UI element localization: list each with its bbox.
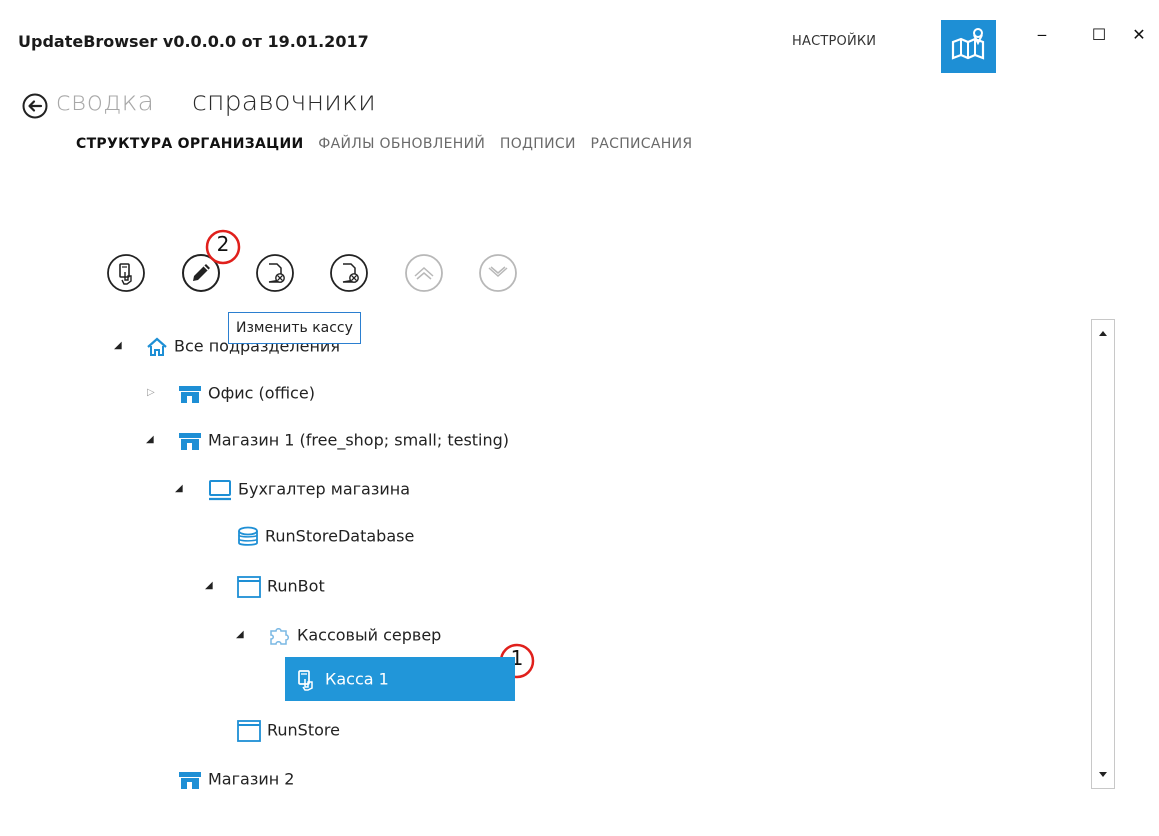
scroll-down-icon <box>1099 772 1107 777</box>
tree-node-cash-server-label: Кассовый сервер <box>297 625 442 645</box>
page-title: справочники <box>192 86 376 117</box>
tab-org-structure[interactable]: СТРУКТУРА ОРГАНИЗАЦИИ <box>76 136 304 152</box>
home-icon <box>147 337 167 356</box>
computer-icon <box>209 479 231 500</box>
breadcrumb-summary[interactable]: сводка <box>56 86 154 117</box>
tab-schedules[interactable]: РАСПИСАНИЯ <box>591 136 693 152</box>
tree-node-shop2[interactable]: Магазин 2 <box>178 757 294 801</box>
edit-button-tooltip: Изменить кассу <box>228 312 361 344</box>
tab-signatures[interactable]: ПОДПИСИ <box>500 136 576 152</box>
tree-node-register1-label: Касса 1 <box>325 669 389 689</box>
back-button[interactable] <box>22 93 48 119</box>
chevron-down-icon <box>479 254 517 292</box>
tree-accountant-expander[interactable]: ◢ <box>175 483 183 494</box>
tree-node-office-label: Офис (office) <box>208 383 315 403</box>
tree-node-shop2-label: Магазин 2 <box>208 769 295 789</box>
scroll-up-icon <box>1099 331 1107 336</box>
tree-node-database[interactable]: RunStoreDatabase <box>237 514 414 558</box>
tree-node-shop1[interactable]: Магазин 1 (free_shop; small; testing) <box>178 418 509 462</box>
settings-link[interactable]: НАСТРОЙКИ <box>792 34 876 49</box>
tree-runbot-expander[interactable]: ◢ <box>205 580 213 591</box>
minimize-button[interactable]: ‒ <box>1022 20 1062 50</box>
chevron-up-icon <box>405 254 443 292</box>
tree-cash-server-expander[interactable]: ◢ <box>236 629 244 640</box>
back-arrow-icon <box>22 93 48 119</box>
tree-node-office[interactable]: Офис (office) <box>178 371 315 415</box>
maximize-button[interactable]: ☐ <box>1079 20 1119 50</box>
tree-node-runbot-label: RunBot <box>267 576 325 596</box>
puzzle-icon <box>270 627 289 645</box>
tree-node-cash-server[interactable]: Кассовый сервер <box>267 613 441 657</box>
tree-node-runbot[interactable]: RunBot <box>237 564 325 608</box>
delete-item-button[interactable] <box>255 253 295 293</box>
tree-node-register1[interactable]: Касса 1 <box>285 657 515 701</box>
annotation-marker-2-label: 2 <box>216 232 230 256</box>
tree-office-expander[interactable]: ▷ <box>147 387 155 398</box>
tree-node-database-label: RunStoreDatabase <box>265 526 415 546</box>
tree-scrollbar[interactable] <box>1091 319 1115 789</box>
window-icon <box>237 719 261 742</box>
delete-item-button-2[interactable] <box>329 253 369 293</box>
scroll-up-button[interactable] <box>1093 323 1113 345</box>
store-icon <box>179 432 201 450</box>
cash-register-icon <box>298 669 313 691</box>
tree-node-shop1-label: Магазин 1 (free_shop; small; testing) <box>208 430 510 450</box>
tree-root-expander[interactable]: ◢ <box>114 340 122 351</box>
store-icon <box>179 385 201 403</box>
add-cash-register-button[interactable] <box>106 253 146 293</box>
close-button[interactable]: ✕ <box>1119 20 1159 50</box>
tree-node-accountant[interactable]: Бухгалтер магазина <box>208 467 410 511</box>
delete-file-icon <box>256 254 294 292</box>
title-bar: UpdateBrowser v0.0.0.0 от 19.01.2017 НАС… <box>0 0 1159 80</box>
store-icon <box>179 771 201 789</box>
tab-bar: СТРУКТУРА ОРГАНИЗАЦИИ ФАЙЛЫ ОБНОВЛЕНИЙ П… <box>76 136 702 152</box>
tree-shop1-expander[interactable]: ◢ <box>146 434 154 445</box>
tree-node-runstore-label: RunStore <box>267 720 340 740</box>
cash-register-icon <box>107 254 145 292</box>
move-up-button[interactable] <box>404 253 444 293</box>
delete-file-icon <box>330 254 368 292</box>
database-icon <box>238 526 258 546</box>
move-down-button[interactable] <box>478 253 518 293</box>
tree-node-accountant-label: Бухгалтер магазина <box>238 479 411 499</box>
tree-node-runstore[interactable]: RunStore <box>237 708 340 752</box>
scroll-down-button[interactable] <box>1093 763 1113 785</box>
window-title: UpdateBrowser v0.0.0.0 от 19.01.2017 <box>18 32 369 51</box>
tab-update-files[interactable]: ФАЙЛЫ ОБНОВЛЕНИЙ <box>318 136 485 152</box>
annotation-marker-2: 2 <box>205 229 241 265</box>
window-icon <box>237 575 261 598</box>
app-logo-icon <box>941 20 996 73</box>
